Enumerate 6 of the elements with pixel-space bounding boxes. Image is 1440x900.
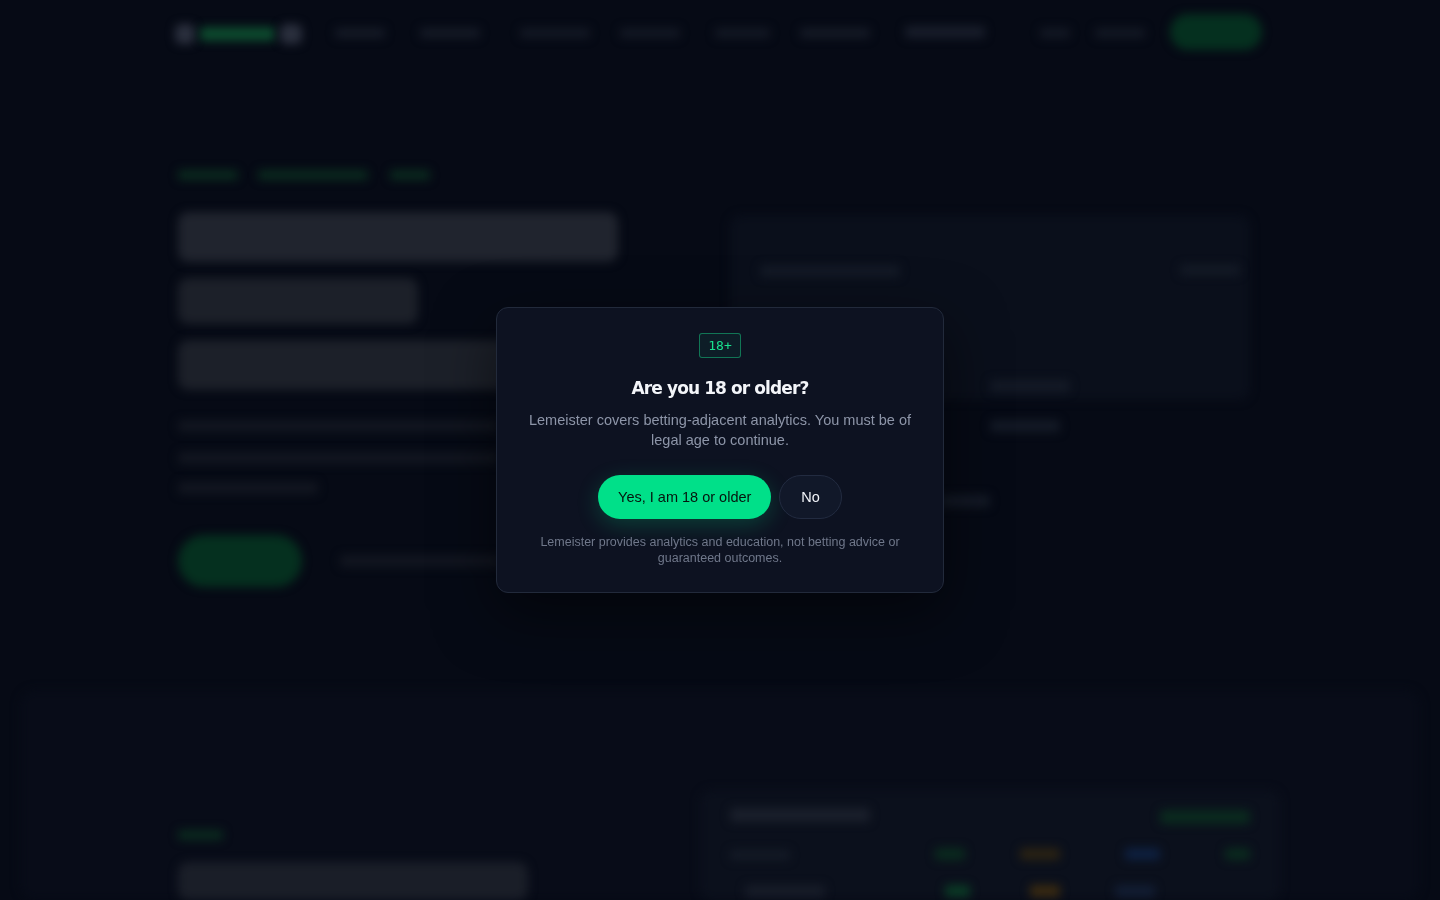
confirm-age-button[interactable]: Yes, I am 18 or older [598,475,772,519]
dialog-title: Are you 18 or older? [631,377,809,400]
dialog-message: Lemeister covers betting-adjacent analytics. You must be of legal age to continue. [527,411,913,450]
age-badge: 18+ [699,333,741,358]
disclaimer-text: Lemeister provides analytics and education, not betting advice or guaranteed outcomes. [539,534,901,566]
decline-button[interactable]: No [779,475,842,519]
